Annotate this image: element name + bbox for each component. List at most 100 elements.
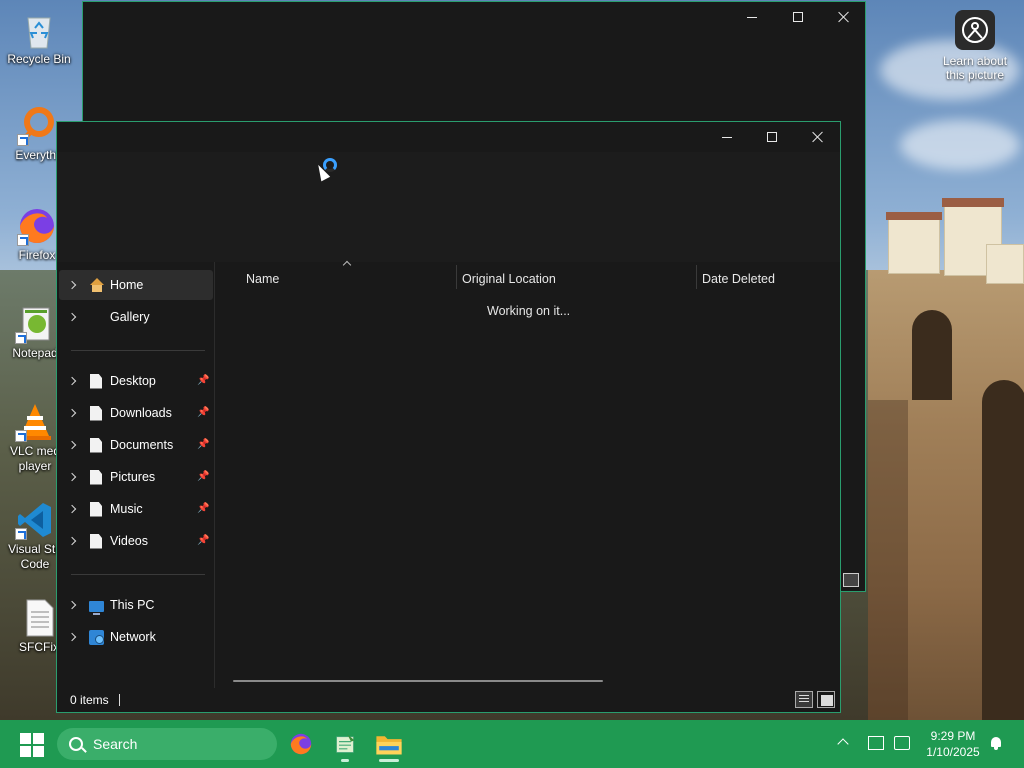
close-button[interactable] [821,2,867,32]
clock-time: 9:29 PM [930,729,976,743]
nav-item-this-pc[interactable]: This PC [59,590,213,620]
chevron-right-icon[interactable] [69,313,77,321]
desktop-icon-recycle-bin[interactable]: Recycle Bin [0,10,78,67]
home-icon [89,277,104,293]
text-caret [118,694,120,706]
shortcut-arrow-icon [17,134,29,146]
maximize-button[interactable] [749,122,795,152]
maximize-icon [793,12,803,22]
shortcut-arrow-icon [15,528,27,540]
pin-icon: 📌 [197,407,210,418]
nav-divider [71,574,205,575]
firefox-icon [17,206,57,246]
show-hidden-icons-chevron-icon[interactable] [837,738,849,750]
file-icon [90,437,102,453]
taskbar-app-notepad[interactable] [329,728,361,762]
shortcut-arrow-icon [17,234,29,246]
chevron-right-icon[interactable] [69,537,77,545]
notepad-plus-plus-icon [15,304,55,344]
folder-icon [376,736,402,755]
pin-icon: 📌 [197,471,210,482]
gallery-icon [89,310,104,325]
column-separator[interactable] [696,265,697,289]
nav-item-home[interactable]: Home [59,270,213,300]
volume-muted-icon[interactable] [894,736,910,750]
taskbar-app-firefox[interactable] [285,728,317,760]
column-header-date-deleted[interactable]: Date Deleted [702,267,837,291]
file-icon [90,469,102,485]
item-count: 0 items [70,693,109,707]
shortcut-arrow-icon [15,332,27,344]
search-label: Search [93,736,138,752]
maximize-button[interactable] [775,2,821,32]
taskbar-app-file-explorer[interactable] [373,728,405,762]
minimize-button[interactable] [704,122,750,152]
recycle-bin-icon [19,10,59,50]
start-button[interactable] [20,733,44,757]
taskbar: Search 9:29 PM 1/10/2025 [0,720,1024,768]
chevron-right-icon[interactable] [69,633,77,641]
windows-logo-icon [20,733,31,744]
minimize-icon [747,16,757,18]
file-icon [90,373,102,389]
tiles-view-button[interactable] [817,691,835,708]
notepad-plus-plus-icon [336,734,355,753]
close-button[interactable] [795,122,841,152]
file-icon [90,405,102,421]
loading-message: Working on it... [487,304,571,318]
chevron-right-icon[interactable] [69,505,77,513]
pin-icon: 📌 [197,375,210,386]
maximize-icon [767,132,777,142]
search-icon [69,737,83,751]
nav-item-videos[interactable]: Videos 📌 [59,526,213,556]
navigation-pane: Home Gallery Desktop 📌 Downloads 📌 Docum… [57,267,215,687]
horizontal-scrollbar[interactable] [233,680,603,682]
tiles-view-icon[interactable] [843,573,859,587]
computer-icon [89,600,104,615]
learn-about-picture[interactable]: Learn about this picture [938,10,1012,82]
pane-splitter[interactable] [214,262,215,688]
text-file-icon [19,598,59,638]
desktop-icon-label: Recycle Bin [7,52,71,66]
vscode-icon [15,500,55,540]
column-header-name[interactable]: Name [246,267,456,291]
nav-item-downloads[interactable]: Downloads 📌 [59,398,213,428]
pin-icon: 📌 [197,439,210,450]
minimize-button[interactable] [729,2,775,32]
chevron-right-icon[interactable] [69,281,77,289]
nav-item-pictures[interactable]: Pictures 📌 [59,462,213,492]
active-indicator [379,759,399,762]
taskbar-search[interactable]: Search [57,728,277,760]
shortcut-arrow-icon [15,430,27,442]
everything-search-icon [17,106,57,146]
running-indicator [341,759,349,762]
minimize-icon [722,136,732,138]
chevron-right-icon[interactable] [69,601,77,609]
file-icon [90,501,102,517]
camera-info-icon [955,10,995,50]
column-header-original-location[interactable]: Original Location [462,267,696,291]
notification-bell-icon[interactable] [989,736,1003,750]
nav-item-gallery[interactable]: Gallery [59,302,213,332]
learn-about-label: Learn about this picture [942,54,1008,82]
chevron-right-icon[interactable] [69,441,77,449]
pin-icon: 📌 [197,535,210,546]
nav-item-network[interactable]: Network [59,622,213,652]
network-status-icon[interactable] [868,736,884,750]
chevron-right-icon[interactable] [69,473,77,481]
clock-date: 1/10/2025 [926,745,980,759]
nav-item-music[interactable]: Music 📌 [59,494,213,524]
close-icon [838,11,850,23]
clock[interactable]: 9:29 PM 1/10/2025 [918,728,988,760]
nav-item-desktop[interactable]: Desktop 📌 [59,366,213,396]
chevron-right-icon[interactable] [69,377,77,385]
network-icon [89,629,104,645]
file-icon [90,533,102,549]
details-view-button[interactable] [795,691,813,708]
recycle-bin-window[interactable]: Home Gallery Desktop 📌 Downloads 📌 Docum… [56,121,841,713]
column-separator[interactable] [456,265,457,289]
close-icon [812,131,824,143]
chevron-right-icon[interactable] [69,409,77,417]
nav-item-documents[interactable]: Documents 📌 [59,430,213,460]
status-bar: 0 items [57,688,840,712]
